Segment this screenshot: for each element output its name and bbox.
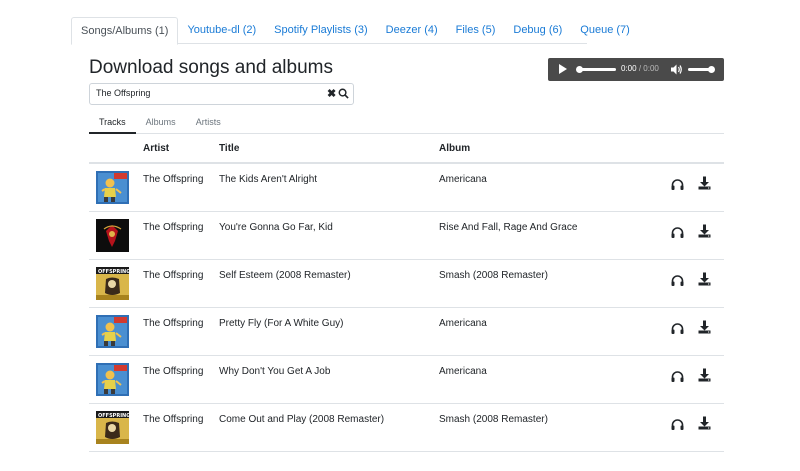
track-title: Self Esteem (2008 Remaster) [219, 270, 351, 281]
headphones-icon[interactable] [671, 226, 684, 239]
table-row: The Offspring You're Gonna Go Far, Kid Ris… [89, 212, 724, 260]
headphones-icon[interactable] [671, 418, 684, 431]
album-cover [96, 219, 129, 252]
track-artist: The Offspring [143, 222, 204, 233]
track-artist: The Offspring [143, 318, 204, 329]
main-tabs: Songs/Albums (1) Youtube-dl (2) Spotify Pl… [71, 17, 630, 45]
search-icon[interactable] [338, 88, 349, 99]
tab-queue-7[interactable]: Queue (7) [571, 17, 639, 44]
result-type-tabs: Tracks Albums Artists [89, 112, 724, 134]
headphones-icon[interactable] [671, 370, 684, 383]
track-title: Come Out and Play (2008 Remaster) [219, 414, 385, 425]
download-icon[interactable] [698, 368, 711, 382]
table-row: OFFSPRING The Offspring Come Out and Play … [89, 404, 724, 452]
track-title: Pretty Fly (For A White Guy) [219, 318, 344, 329]
track-album: Americana [439, 366, 487, 377]
time-display: 0:00 / 0:00 [621, 64, 659, 73]
tab-spotify-playlists-3[interactable]: Spotify Playlists (3) [265, 17, 377, 44]
volume-handle[interactable] [708, 66, 715, 73]
play-icon[interactable] [559, 64, 567, 74]
search-box: ✖ [89, 83, 354, 105]
album-cover [96, 363, 129, 396]
track-album: Smash (2008 Remaster) [439, 414, 548, 425]
table-row: The Offspring Pretty Fly (For A White Guy… [89, 308, 724, 356]
headphones-icon[interactable] [671, 322, 684, 335]
track-album: Smash (2008 Remaster) [439, 270, 548, 281]
track-artist: The Offspring [143, 366, 204, 377]
page-title: Download songs and albums [89, 57, 333, 78]
svg-text:OFFSPRING: OFFSPRING [98, 413, 129, 419]
track-title: Why Don't You Get A Job [219, 366, 331, 377]
track-album: Americana [439, 174, 487, 185]
table-row: The Offspring Why Don't You Get A Job Amer… [89, 356, 724, 404]
svg-text:OFFSPRING: OFFSPRING [98, 269, 129, 275]
audio-player: 0:00 / 0:00 [548, 58, 724, 81]
header-artist: Artist [143, 143, 170, 154]
header-title: Title [219, 143, 240, 154]
volume-icon[interactable] [671, 64, 683, 75]
headphones-icon[interactable] [671, 178, 684, 191]
track-title: The Kids Aren't Alright [219, 174, 318, 185]
seek-handle[interactable] [576, 66, 583, 73]
clear-icon[interactable]: ✖ [327, 87, 336, 100]
subtab-albums[interactable]: Albums [136, 112, 186, 133]
tab-youtube-dl-2[interactable]: Youtube-dl (2) [178, 17, 265, 44]
current-time: 0:00 [621, 64, 637, 73]
header-album: Album [439, 143, 471, 154]
download-icon[interactable] [698, 272, 711, 286]
track-album: Rise And Fall, Rage And Grace [439, 222, 578, 233]
track-artist: The Offspring [143, 414, 204, 425]
tab-deezer-4[interactable]: Deezer (4) [377, 17, 447, 44]
tab-debug-6[interactable]: Debug (6) [504, 17, 571, 44]
download-icon[interactable] [698, 416, 711, 430]
album-cover: OFFSPRING [96, 267, 129, 300]
track-album: Americana [439, 318, 487, 329]
track-artist: The Offspring [143, 270, 204, 281]
seek-bar[interactable] [580, 68, 616, 71]
duration: 0:00 [643, 64, 659, 73]
headphones-icon[interactable] [671, 274, 684, 287]
track-artist: The Offspring [143, 174, 204, 185]
album-cover: OFFSPRING [96, 411, 129, 444]
results-table: Artist Title Album The Offspring The Kids… [89, 134, 724, 452]
download-icon[interactable] [698, 320, 711, 334]
table-header: Artist Title Album [89, 134, 724, 164]
tab-songs-albums-1[interactable]: Songs/Albums (1) [71, 17, 179, 45]
track-title: You're Gonna Go Far, Kid [219, 222, 333, 233]
album-cover [96, 315, 129, 348]
table-body: The Offspring The Kids Aren't Alright Amer… [89, 164, 724, 452]
time-separator: / [638, 64, 642, 73]
download-icon[interactable] [698, 176, 711, 190]
table-row: The Offspring The Kids Aren't Alright Amer… [89, 164, 724, 212]
search-input[interactable] [96, 88, 316, 98]
album-cover [96, 171, 129, 204]
subtab-artists[interactable]: Artists [186, 112, 231, 133]
subtab-tracks[interactable]: Tracks [89, 112, 136, 134]
download-icon[interactable] [698, 224, 711, 238]
tab-files-5[interactable]: Files (5) [447, 17, 505, 44]
table-row: OFFSPRING The Offspring Self Esteem (2008 … [89, 260, 724, 308]
